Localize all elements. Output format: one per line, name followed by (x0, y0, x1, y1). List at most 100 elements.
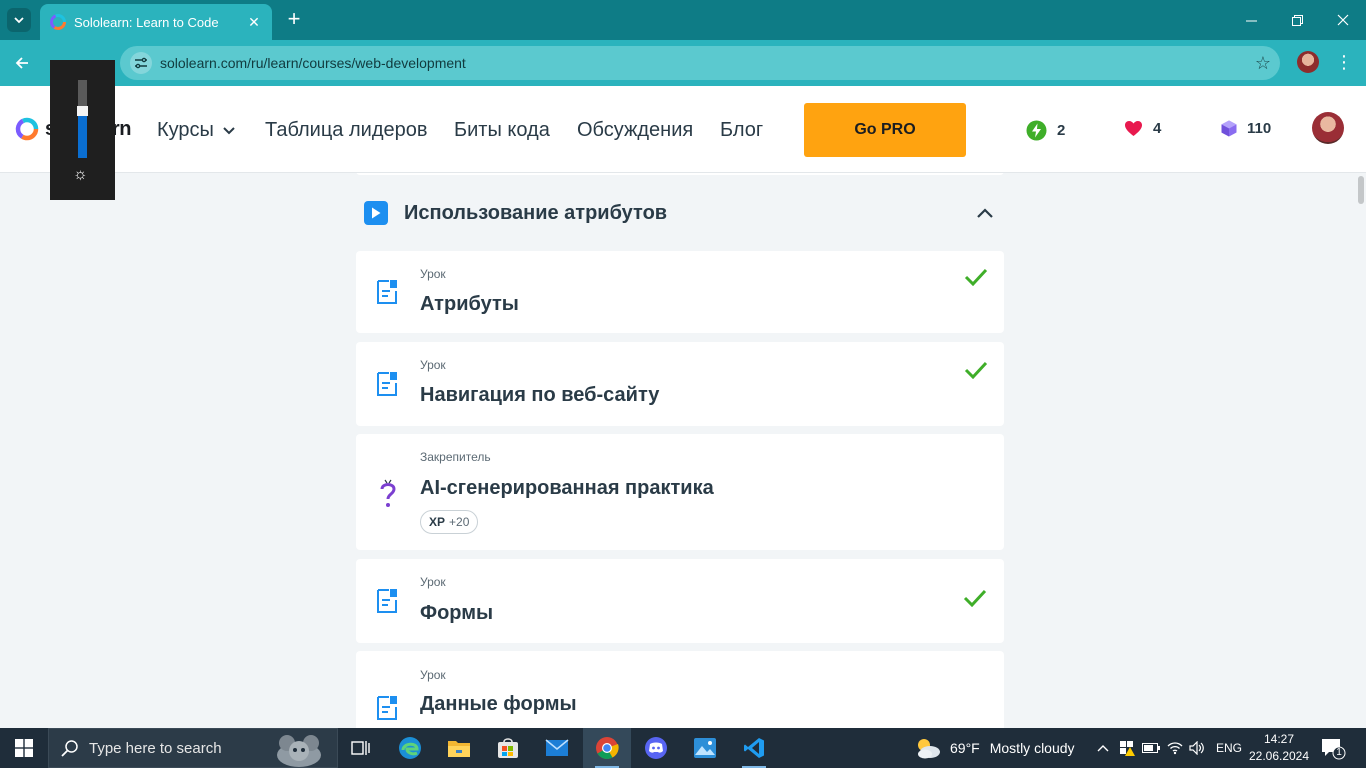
wifi-icon (1167, 742, 1183, 755)
taskbar-mail[interactable] (533, 728, 581, 768)
hearts-counter[interactable]: 4 (1124, 120, 1161, 137)
volume-tray-button[interactable] (1186, 728, 1208, 768)
search-highlight-art-icon (277, 735, 321, 767)
nav-leaderboard[interactable]: Таблица лидеров (265, 119, 427, 142)
nav-code-bits[interactable]: Биты кода (454, 119, 550, 142)
nav-discussions[interactable]: Обсуждения (577, 119, 693, 142)
page-scrollbar[interactable] (1358, 176, 1364, 204)
brightness-slider[interactable] (77, 80, 88, 158)
edge-icon (399, 737, 421, 759)
partly-cloudy-icon (918, 739, 940, 759)
section-title: Использование атрибутов (404, 201, 668, 224)
checkmark-icon (964, 268, 988, 286)
browser-tab-active[interactable]: Sololearn: Learn to Code ✕ (40, 4, 272, 40)
bookmark-star-icon[interactable]: ☆ (1246, 53, 1280, 74)
browser-profile-avatar[interactable] (1297, 51, 1319, 73)
taskbar-discord[interactable] (632, 728, 680, 768)
gem-icon (1221, 120, 1237, 137)
sololearn-favicon-icon (50, 14, 66, 30)
taskbar-edge[interactable] (386, 728, 434, 768)
network-tray-button[interactable] (1164, 728, 1186, 768)
taskbar-search-box[interactable]: Type here to search (48, 728, 338, 768)
taskbar-store[interactable] (484, 728, 532, 768)
brightness-slider-thumb[interactable] (77, 106, 88, 116)
lesson-card-site-navigation[interactable]: Урок Навигация по веб-сайту (356, 342, 1004, 426)
browser-menu-icon[interactable]: ⋮ (1335, 51, 1353, 75)
play-icon (364, 201, 388, 225)
start-button[interactable] (0, 728, 48, 768)
taskbar-photos[interactable] (681, 728, 729, 768)
mail-icon (545, 739, 569, 756)
question-mark-icon (378, 478, 398, 510)
back-button[interactable] (10, 51, 34, 75)
streak-counter[interactable]: 2 (1026, 120, 1065, 141)
go-pro-button[interactable]: Go PRO (804, 103, 966, 157)
section-header[interactable]: Использование атрибутов (356, 193, 1004, 233)
vscode-icon (744, 738, 764, 758)
lesson-card-attributes[interactable]: Урок Атрибуты (356, 251, 1004, 333)
task-view-button[interactable] (337, 728, 385, 768)
streak-count: 2 (1057, 122, 1066, 139)
weather-widget[interactable]: 69°F Mostly cloudy (914, 728, 1075, 768)
tab-title: Sololearn: Learn to Code (74, 14, 219, 30)
xp-reward-badge: XP +20 (420, 510, 479, 534)
taskbar-vscode[interactable] (730, 728, 778, 768)
show-hidden-icons-button[interactable] (1092, 728, 1114, 768)
windows-logo-icon (15, 739, 33, 757)
battery-tray-button[interactable] (1140, 728, 1162, 768)
minimize-button[interactable] (1228, 0, 1274, 40)
chevron-down-icon (223, 126, 235, 134)
lesson-card-form-data[interactable]: Урок Данные формы (356, 651, 1004, 728)
lesson-document-icon (376, 695, 398, 721)
gems-counter[interactable]: 110 (1221, 120, 1271, 137)
chevron-up-icon[interactable] (970, 207, 1000, 219)
nav-courses[interactable]: Курсы (157, 119, 236, 142)
close-window-button[interactable] (1320, 0, 1366, 40)
lesson-title: Навигация по веб-сайту (420, 384, 660, 406)
user-avatar[interactable] (1312, 112, 1344, 144)
input-language-indicator[interactable]: ENG (1212, 728, 1246, 768)
lesson-card-ai-practice[interactable]: Закрепитель AI-сгенерированная практика … (356, 434, 1004, 550)
new-tab-button[interactable]: + (282, 8, 306, 32)
address-bar[interactable]: sololearn.com/ru/learn/courses/web-devel… (120, 46, 1280, 80)
chrome-icon (596, 737, 619, 759)
nav-blog[interactable]: Блог (720, 119, 763, 142)
clock-time: 14:27 (1263, 732, 1295, 746)
lesson-card-forms[interactable]: Урок Формы (356, 559, 1004, 643)
tab-close-icon[interactable]: ✕ (246, 14, 262, 31)
lesson-document-icon (376, 588, 398, 614)
restore-icon (1291, 14, 1303, 26)
tab-search-button[interactable] (7, 8, 31, 32)
lesson-document-icon (376, 371, 398, 397)
taskbar-clock[interactable]: 14:27 22.06.2024 (1246, 731, 1312, 765)
browser-toolbar: sololearn.com/ru/learn/courses/web-devel… (0, 40, 1366, 86)
photos-icon (694, 738, 716, 758)
minimize-icon (1245, 20, 1257, 21)
security-tray-button[interactable] (1116, 728, 1138, 768)
checkmark-icon (963, 589, 987, 607)
task-view-icon (351, 741, 370, 755)
lesson-type-label: Урок (420, 267, 446, 281)
lesson-type-label: Урок (420, 575, 446, 589)
arrow-left-icon (15, 57, 28, 69)
folder-icon (448, 741, 470, 757)
lesson-type-label: Урок (420, 668, 446, 682)
notification-center-button[interactable]: 1 (1320, 736, 1346, 760)
taskbar-file-explorer[interactable] (435, 728, 483, 768)
weather-temperature: 69°F (950, 740, 980, 756)
url-text: sololearn.com/ru/learn/courses/web-devel… (160, 55, 466, 71)
lesson-title: Атрибуты (420, 293, 519, 315)
course-content: Использование атрибутов Урок Атрибуты Ур… (0, 173, 1366, 728)
site-header: sololearn Курсы Таблица лидеров Биты код… (0, 86, 1366, 173)
lesson-title: Данные формы (420, 693, 577, 715)
notification-count: 1 (1336, 747, 1342, 758)
notification-icon (1322, 739, 1346, 760)
taskbar-chrome[interactable] (583, 728, 631, 768)
hearts-count: 4 (1153, 120, 1162, 137)
store-icon (498, 738, 518, 758)
site-info-icon[interactable] (130, 52, 152, 74)
lesson-type-label: Урок (420, 358, 446, 372)
search-placeholder: Type here to search (89, 739, 222, 757)
restore-button[interactable] (1274, 0, 1320, 40)
checkmark-icon (964, 361, 988, 379)
